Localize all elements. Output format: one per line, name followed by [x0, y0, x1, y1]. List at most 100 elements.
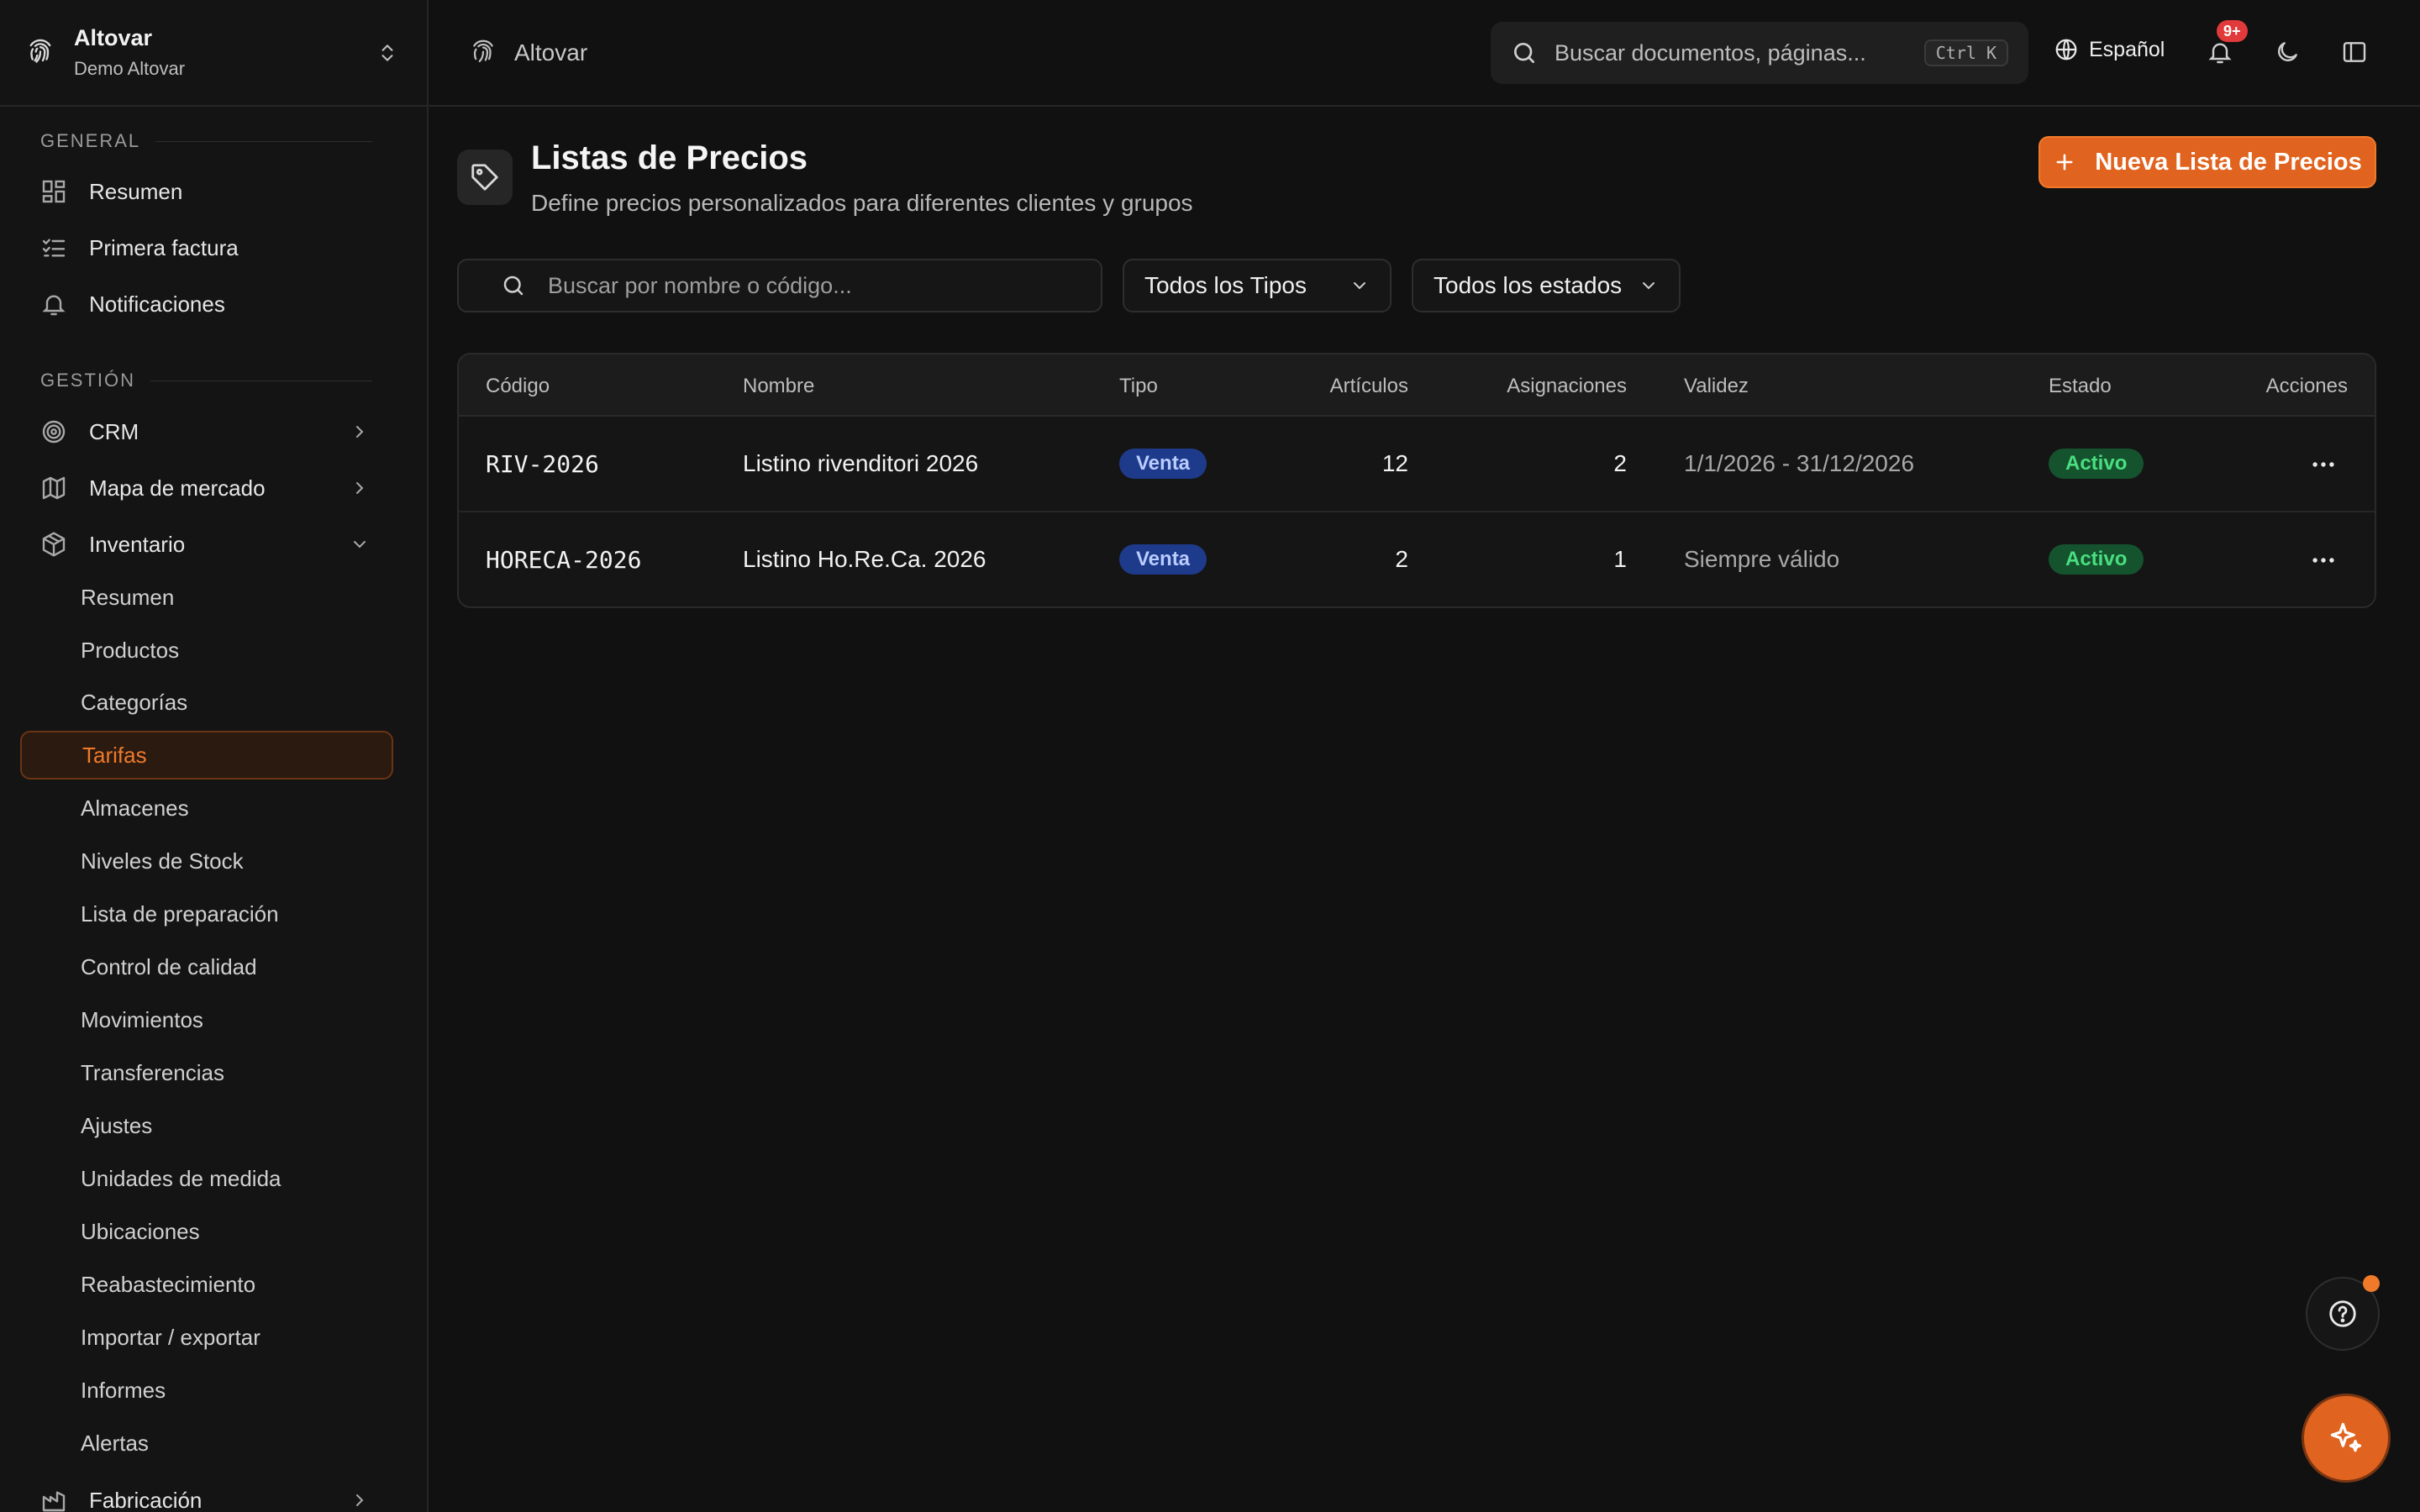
column-header-validez[interactable]: Validez	[1684, 375, 1749, 398]
row-name[interactable]: Listino Ho.Re.Ca. 2026	[743, 546, 986, 573]
sidebar-subitem-almacenes[interactable]: Almacenes	[20, 784, 393, 832]
status-badge: Activo	[2049, 449, 2144, 479]
new-price-list-label: Nueva Lista de Precios	[2095, 148, 2362, 176]
shortcut-hint: Ctrl K	[1923, 39, 2008, 66]
sidebar-subitem-importar-exportar[interactable]: Importar / exportar	[20, 1313, 393, 1362]
sidebar-subitem-tarifas[interactable]: Tarifas	[20, 731, 393, 780]
sidebar-item-label: Notificaciones	[89, 291, 225, 317]
top-bar: Altovar Buscar documentos, páginas... Ct…	[429, 0, 2420, 107]
chevron-down-icon	[350, 534, 370, 554]
row-code: HORECA-2026	[486, 546, 642, 574]
sidebar: Altovar Demo Altovar GENERAL Resumen Pri…	[0, 0, 429, 1512]
chevron-right-icon	[350, 1490, 370, 1510]
sidebar-subitem-resumen[interactable]: Resumen	[20, 573, 393, 622]
plus-icon	[2053, 150, 2076, 174]
sidebar-subitem-lista-de-preparacion[interactable]: Lista de preparación	[20, 890, 393, 938]
sidebar-item-resumen[interactable]: Resumen	[20, 166, 393, 217]
page-title: Listas de Precios	[531, 139, 808, 176]
sidebar-item-label: Fabricación	[89, 1487, 203, 1512]
sidebar-item-label: Inventario	[89, 531, 186, 557]
sidebar-subitem-niveles-de-stock[interactable]: Niveles de Stock	[20, 837, 393, 885]
tag-icon	[457, 150, 513, 205]
page-subtitle: Define precios personalizados para difer…	[531, 190, 1193, 216]
org-switcher[interactable]: Altovar Demo Altovar	[0, 0, 427, 107]
new-price-list-button[interactable]: Nueva Lista de Precios	[2039, 136, 2376, 188]
sidebar-item-label: CRM	[89, 418, 139, 444]
status-filter-value: Todos los estados	[1434, 272, 1623, 298]
price-list-search-input[interactable]: Buscar por nombre o código...	[457, 259, 1102, 312]
price-lists-table: Código Nombre Tipo Artículos Asignacione…	[457, 353, 2376, 608]
ai-assistant-button[interactable]	[2304, 1396, 2388, 1480]
sidebar-subitem-alertas[interactable]: Alertas	[20, 1419, 393, 1467]
fingerprint-icon	[25, 38, 55, 68]
row-items-count: 12	[1381, 450, 1408, 476]
table-row[interactable]: RIV-2026 Listino rivenditori 2026 Venta …	[459, 417, 2375, 512]
sidebar-subitem-productos[interactable]: Productos	[20, 626, 393, 675]
box-icon	[40, 531, 67, 558]
column-header-nombre[interactable]: Nombre	[743, 375, 814, 398]
bell-icon	[40, 291, 67, 318]
row-validity: Siempre válido	[1684, 546, 1840, 572]
help-notification-dot	[2363, 1275, 2380, 1292]
sidebar-subitem-ajustes[interactable]: Ajustes	[20, 1101, 393, 1150]
globe-icon	[2054, 37, 2079, 62]
factory-icon	[40, 1487, 67, 1512]
column-header-estado[interactable]: Estado	[2049, 375, 2112, 398]
status-filter-select[interactable]: Todos los estados	[1412, 259, 1681, 312]
search-icon	[1511, 39, 1538, 66]
section-title-general: GENERAL	[40, 130, 372, 152]
sidebar-item-fabricacion[interactable]: Fabricación	[20, 1475, 393, 1512]
breadcrumb[interactable]: Altovar	[469, 39, 587, 67]
row-validity: 1/1/2026 - 31/12/2026	[1684, 450, 1915, 476]
sidebar-item-label: Primera factura	[89, 234, 239, 260]
row-name[interactable]: Listino rivenditori 2026	[743, 450, 978, 477]
chevrons-up-down-icon	[376, 42, 398, 64]
sidebar-item-notificaciones[interactable]: Notificaciones	[20, 279, 393, 329]
dashboard-icon	[40, 178, 67, 205]
sidebar-subitem-transferencias[interactable]: Transferencias	[20, 1048, 393, 1097]
chevron-down-icon	[1349, 276, 1370, 296]
more-actions-icon[interactable]	[2309, 450, 2338, 479]
sidebar-item-mapa-de-mercado[interactable]: Mapa de mercado	[20, 463, 393, 513]
sidebar-toggle-icon[interactable]	[2341, 39, 2368, 66]
row-assignments-count: 1	[1613, 546, 1627, 572]
sidebar-subitem-movimientos[interactable]: Movimientos	[20, 995, 393, 1044]
global-search[interactable]: Buscar documentos, páginas... Ctrl K	[1491, 22, 2028, 84]
search-icon	[501, 273, 526, 298]
column-header-acciones: Acciones	[2265, 375, 2348, 397]
sidebar-subitem-control-de-calidad[interactable]: Control de calidad	[20, 942, 393, 991]
moon-icon[interactable]	[2274, 39, 2301, 66]
sidebar-subitem-reabastecimiento[interactable]: Reabastecimiento	[20, 1260, 393, 1309]
map-icon	[40, 475, 67, 501]
row-items-count: 2	[1395, 546, 1408, 572]
column-header-tipo[interactable]: Tipo	[1119, 375, 1158, 398]
sidebar-item-crm[interactable]: CRM	[20, 407, 393, 457]
sidebar-subitem-categorias[interactable]: Categorías	[20, 678, 393, 727]
sidebar-subitem-unidades-de-medida[interactable]: Unidades de medida	[20, 1154, 393, 1203]
language-selector[interactable]: Español	[2054, 37, 2165, 62]
help-circle-icon	[2327, 1298, 2359, 1330]
target-icon	[40, 418, 67, 445]
sidebar-item-inventario[interactable]: Inventario	[20, 519, 393, 570]
column-header-codigo[interactable]: Código	[486, 375, 550, 398]
status-badge: Activo	[2049, 544, 2144, 575]
sidebar-item-primera-factura[interactable]: Primera factura	[20, 223, 393, 273]
chevron-right-icon	[350, 422, 370, 442]
type-badge: Venta	[1119, 449, 1207, 479]
more-actions-icon[interactable]	[2309, 546, 2338, 575]
column-header-asignaciones[interactable]: Asignaciones	[1507, 375, 1627, 398]
row-code: RIV-2026	[486, 450, 599, 478]
sidebar-subitem-informes[interactable]: Informes	[20, 1366, 393, 1415]
table-row[interactable]: HORECA-2026 Listino Ho.Re.Ca. 2026 Venta…	[459, 512, 2375, 606]
sidebar-subitem-ubicaciones[interactable]: Ubicaciones	[20, 1207, 393, 1256]
notification-badge: 9+	[2217, 20, 2248, 42]
language-label: Español	[2089, 37, 2165, 61]
type-filter-select[interactable]: Todos los Tipos	[1123, 259, 1392, 312]
fingerprint-icon	[469, 39, 497, 67]
sidebar-item-label: Mapa de mercado	[89, 475, 266, 501]
row-assignments-count: 2	[1613, 450, 1627, 476]
column-header-articulos[interactable]: Artículos	[1330, 375, 1408, 398]
bell-icon[interactable]	[2207, 39, 2233, 66]
org-subtitle: Demo Altovar	[74, 58, 186, 79]
chevron-down-icon	[1639, 276, 1659, 296]
